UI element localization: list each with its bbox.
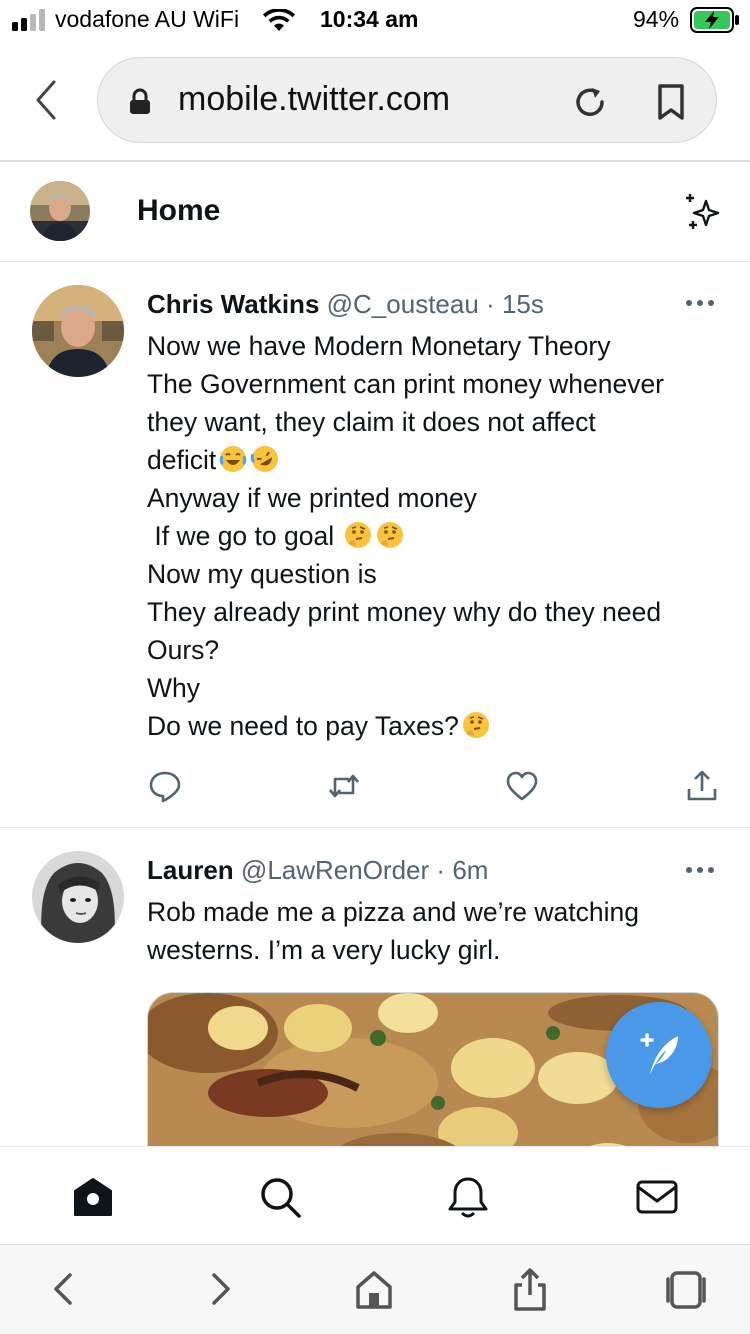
carrier-label: vodafone AU WiFi [55, 6, 240, 32]
tweet-text: Now we have Modern Monetary Theory The G… [147, 327, 727, 745]
reload-icon[interactable] [570, 82, 610, 122]
avatar[interactable] [32, 285, 124, 377]
tweet-line-with-emoji: deficit [147, 441, 727, 479]
avatar[interactable] [32, 851, 124, 943]
tweet-line-with-emoji: If we go to goal [147, 517, 727, 555]
url-bar[interactable]: mobile.twitter.com [97, 57, 717, 143]
tweet-time[interactable]: 6m [452, 855, 488, 885]
meta-separator: · [436, 855, 446, 885]
tweet-line: Ours? [147, 635, 220, 665]
tweet[interactable]: Chris Watkins @C_ousteau · 15s Now we ha… [0, 263, 750, 828]
tweet-header: Chris Watkins @C_ousteau · 15s [147, 289, 544, 320]
battery-charging-icon [690, 7, 739, 33]
more-options-icon[interactable] [684, 865, 716, 875]
wifi-icon [263, 9, 295, 31]
sparkle-icon[interactable] [682, 192, 724, 232]
signal-icon [12, 9, 45, 31]
compose-tweet-icon [640, 1033, 678, 1074]
browser-back-chevron-icon[interactable] [28, 78, 64, 122]
author-handle[interactable]: @C_ousteau [327, 289, 479, 319]
tweet-line: Now my question is [147, 559, 377, 589]
status-time: 10:34 am [320, 6, 419, 32]
retweet-icon[interactable] [327, 769, 361, 803]
tweet-line: Rob made me a pizza and we’re watching [147, 897, 639, 927]
profile-avatar[interactable] [30, 181, 90, 241]
reply-icon[interactable] [148, 769, 182, 803]
compose-tweet-button[interactable] [606, 1002, 712, 1108]
tweet-actions [147, 769, 722, 805]
tweet-text: Rob made me a pizza and we’re watching w… [147, 893, 727, 969]
battery-percent: 94% [633, 6, 680, 32]
home-icon[interactable] [352, 1267, 396, 1311]
forward-icon[interactable] [198, 1267, 242, 1311]
thinking-face-icon [462, 712, 489, 738]
tweet-line: They already print money why do they nee… [147, 597, 662, 627]
face-with-tears-of-joy-icon [219, 446, 247, 472]
meta-separator: · [486, 289, 495, 319]
bookmark-icon[interactable] [653, 82, 689, 122]
more-options-icon[interactable] [684, 298, 716, 308]
share-icon[interactable] [508, 1267, 552, 1311]
tweet-line: The Government can print money whenever [147, 369, 665, 399]
tweet-line: Anyway if we printed money [147, 483, 477, 513]
tweet-line: If we go to goal [147, 521, 335, 551]
messages-icon[interactable] [635, 1175, 679, 1219]
home-icon[interactable] [71, 1175, 115, 1219]
tweet-line: they want, they claim it does not affect [147, 407, 596, 437]
author-handle[interactable]: @LawRenOrder [241, 855, 429, 885]
bottom-tab-bar [0, 1146, 750, 1244]
tabs-icon[interactable] [664, 1267, 708, 1311]
browser-toolbar [0, 1244, 750, 1334]
search-icon[interactable] [258, 1175, 302, 1219]
notifications-icon[interactable] [446, 1175, 490, 1219]
thinking-face-icon [377, 522, 404, 548]
tweet-line: deficit [147, 445, 217, 475]
tweet-line: Why [147, 673, 200, 703]
lock-icon [130, 88, 150, 114]
status-bar: vodafone AU WiFi 10:34 am 94% [0, 0, 750, 40]
thinking-face-icon [345, 522, 372, 548]
url-text[interactable]: mobile.twitter.com [178, 80, 450, 119]
page-title: Home [137, 194, 221, 227]
tweet-time[interactable]: 15s [502, 289, 544, 319]
tweet-line: Do we need to pay Taxes? [147, 711, 459, 741]
tweet-line-with-emoji: Do we need to pay Taxes? [147, 707, 727, 745]
author-name[interactable]: Lauren [147, 855, 234, 885]
tweet-line: Now we have Modern Monetary Theory [147, 331, 611, 361]
back-icon[interactable] [42, 1267, 86, 1311]
tweet-line: westerns. I’m a very lucky girl. [147, 935, 501, 965]
like-icon[interactable] [505, 769, 539, 803]
tweet-header: Lauren @LawRenOrder · 6m [147, 855, 488, 886]
author-name[interactable]: Chris Watkins [147, 289, 319, 319]
rolling-on-floor-laughing-icon [250, 446, 279, 472]
share-icon[interactable] [685, 769, 719, 803]
timeline-header: Home [0, 162, 750, 262]
